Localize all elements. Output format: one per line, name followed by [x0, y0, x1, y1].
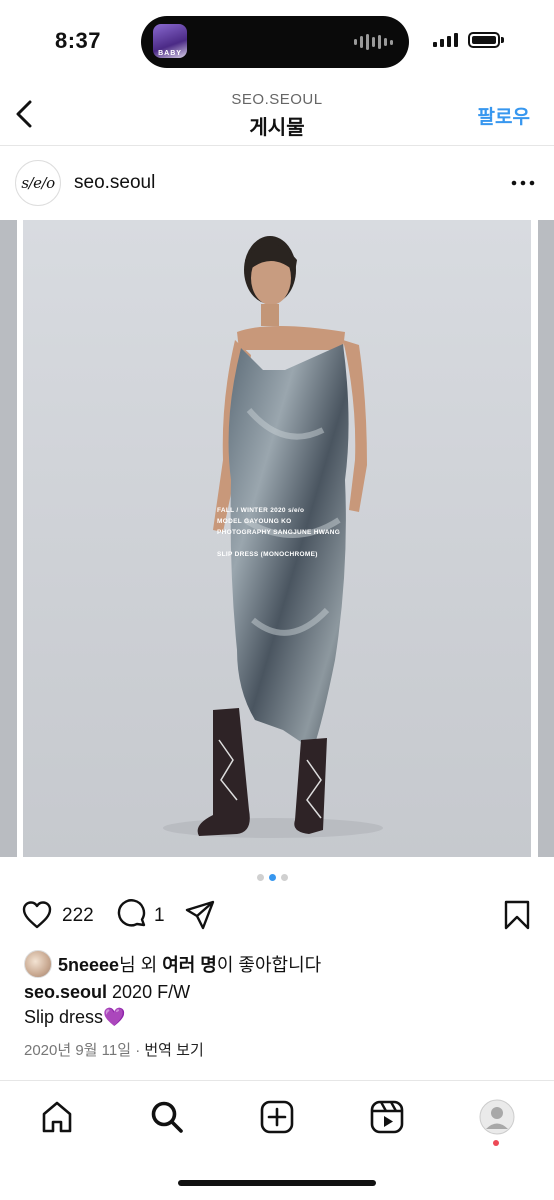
follow-button[interactable]: 팔로우 [478, 102, 530, 129]
liked-by-tail: 이 좋아합니다 [216, 955, 322, 975]
post-meta: 2020년 9월 11일 · 번역 보기 [24, 1039, 204, 1060]
profile-icon[interactable] [478, 1098, 516, 1136]
previous-image-peek[interactable] [0, 220, 17, 857]
avatar[interactable]: s/e/o [15, 160, 61, 206]
liker-username[interactable]: 5neeee [58, 955, 119, 975]
next-image-peek[interactable] [538, 220, 554, 857]
like-count[interactable]: 222 [62, 905, 94, 927]
thumbnail-text: BABY [158, 50, 182, 57]
bookmark-icon[interactable] [500, 898, 534, 932]
caption-line-2: MODEL GAYOUNG KO [217, 518, 292, 525]
dynamic-island[interactable]: BABY [141, 16, 409, 68]
carousel-dot [257, 874, 264, 881]
create-icon[interactable] [258, 1098, 296, 1136]
home-icon[interactable] [38, 1098, 76, 1136]
meta-separator: · [135, 1042, 141, 1059]
now-playing-thumbnail[interactable]: BABY [153, 24, 187, 58]
battery-tip [501, 37, 504, 43]
liker-avatar [24, 950, 52, 978]
caption-line-2: Slip dress💜 [24, 1007, 126, 1027]
status-time: 8:37 [55, 28, 102, 53]
carousel-dot [281, 874, 288, 881]
liked-by[interactable]: 5neeee님 외 여러 명이 좋아합니다 [24, 950, 321, 978]
notification-dot [493, 1140, 499, 1146]
caption-line-4 [217, 538, 340, 549]
account-name: SEO.SEOUL [231, 91, 323, 108]
reels-icon[interactable] [368, 1098, 406, 1136]
carousel-dot-active [269, 874, 276, 881]
image-caption: FALL / WINTER 2020 s/e/o MODEL GAYOUNG K… [217, 505, 340, 560]
liked-by-mid: 님 외 [119, 955, 163, 975]
caption-username[interactable]: seo.seoul [24, 982, 107, 1002]
signal-icon [433, 33, 458, 47]
audio-wave-icon [354, 33, 393, 51]
caption-line-5: SLIP DRESS (MONOCHROME) [217, 551, 318, 558]
comment-count[interactable]: 1 [154, 905, 165, 927]
more-icon[interactable] [510, 170, 536, 196]
tabbar-divider [0, 1080, 554, 1081]
heart-icon[interactable] [20, 898, 54, 932]
post-caption: seo.seoul 2020 F/W [24, 982, 190, 1003]
translate-link[interactable]: 번역 보기 [144, 1042, 203, 1059]
caption-text: 2020 F/W [107, 982, 191, 1002]
caption-line-3: PHOTOGRAPHY SANGJUNE HWANG [217, 529, 341, 536]
comment-icon[interactable] [115, 898, 149, 932]
share-icon[interactable] [183, 898, 217, 932]
carousel-indicator [257, 874, 288, 881]
caption-line-1: FALL / WINTER 2020 s/e/o [217, 507, 305, 514]
post-image[interactable]: FALL / WINTER 2020 s/e/o MODEL GAYOUNG K… [23, 220, 531, 857]
liked-by-text: 5neeee님 외 여러 명이 좋아합니다 [58, 951, 321, 977]
post-date: 2020년 9월 11일 [24, 1042, 132, 1059]
post-username[interactable]: seo.seoul [74, 172, 155, 194]
header-divider [0, 145, 554, 146]
page-title: 게시물 [249, 117, 305, 139]
battery-icon [468, 32, 500, 48]
search-icon[interactable] [148, 1098, 186, 1136]
home-indicator[interactable] [178, 1180, 376, 1186]
liked-by-others[interactable]: 여러 명 [162, 955, 217, 975]
